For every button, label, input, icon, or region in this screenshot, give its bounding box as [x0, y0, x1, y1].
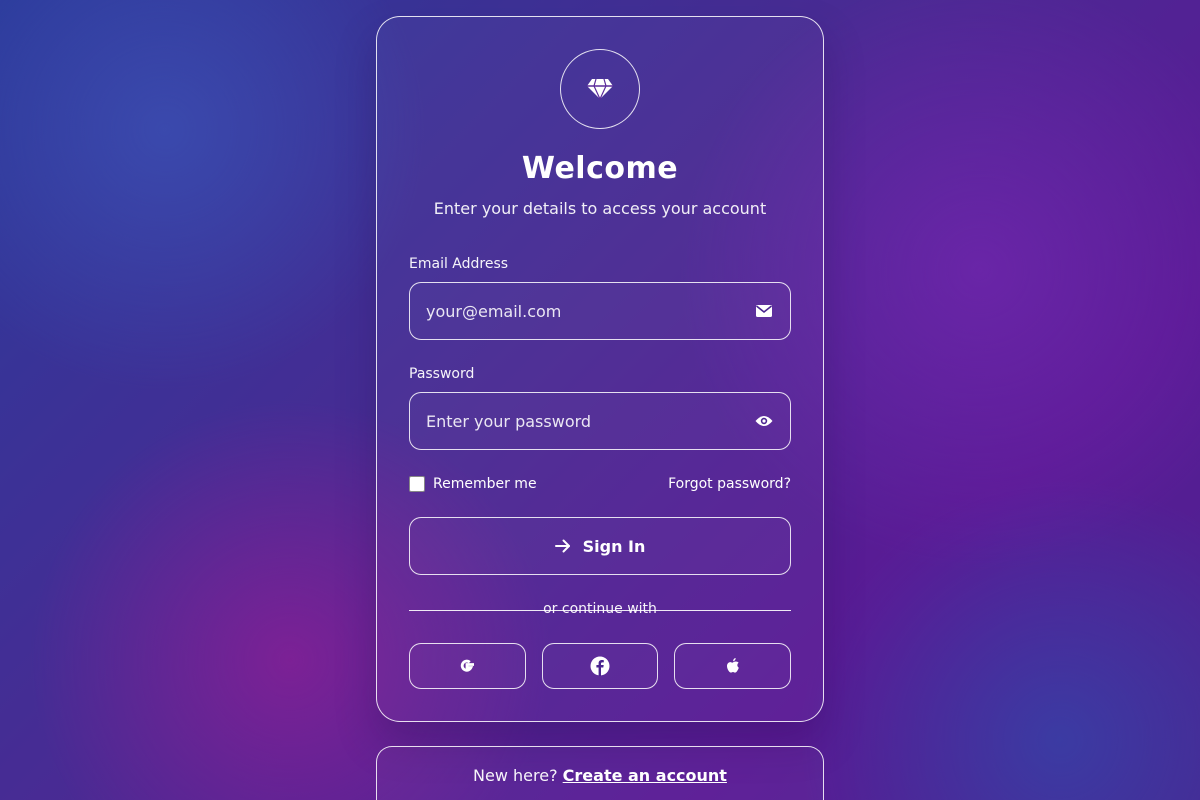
remember-me-label: Remember me: [433, 476, 537, 492]
email-field[interactable]: [426, 301, 754, 321]
sign-in-label: Sign In: [582, 536, 646, 556]
apple-login-button[interactable]: [674, 643, 792, 689]
sign-in-button[interactable]: Sign In: [409, 517, 791, 575]
facebook-login-button[interactable]: [541, 643, 659, 689]
form-options-row: Remember me Forgot password?: [409, 474, 791, 494]
password-field[interactable]: [426, 411, 754, 431]
google-icon: [461, 659, 475, 672]
forgot-password-link[interactable]: Forgot password?: [668, 476, 791, 492]
remember-me-checkbox[interactable]: [409, 476, 425, 492]
google-login-button[interactable]: [409, 643, 526, 689]
signup-prompt-text: New here?: [473, 766, 558, 785]
email-field-wrapper: [409, 282, 791, 340]
eye-icon[interactable]: [754, 411, 774, 431]
envelope-icon: [754, 301, 774, 321]
divider-text: or continue with: [543, 601, 657, 617]
social-divider: or continue with: [409, 601, 791, 619]
social-login-row: [409, 643, 792, 689]
page-subtitle: Enter your details to access your accoun…: [433, 199, 767, 218]
password-field-wrapper: [409, 392, 791, 450]
email-label: Email Address: [409, 256, 509, 272]
facebook-icon: [590, 656, 610, 676]
signup-prompt: New here? Create an account: [377, 766, 823, 785]
signup-card: New here? Create an account: [376, 746, 824, 800]
remember-me[interactable]: Remember me: [409, 476, 537, 492]
arrow-right-icon: [554, 539, 570, 553]
apple-icon: [726, 658, 739, 673]
password-label: Password: [409, 366, 475, 382]
page-title: Welcome: [521, 151, 679, 186]
gem-icon: [587, 78, 613, 100]
create-account-link[interactable]: Create an account: [563, 766, 727, 785]
login-card: Welcome Enter your details to access you…: [376, 16, 824, 722]
logo-badge: [560, 49, 640, 129]
